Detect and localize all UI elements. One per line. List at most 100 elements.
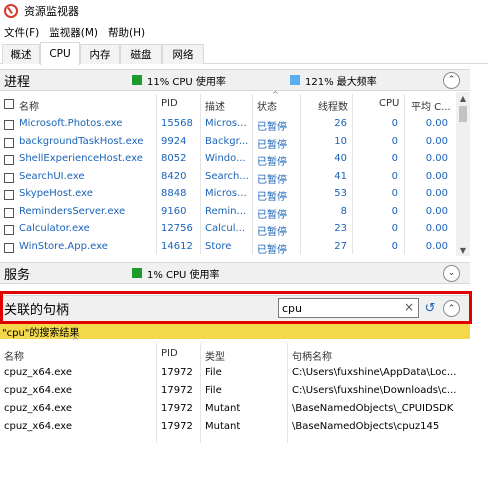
process-cpu: 0 [391, 170, 398, 182]
process-row-checkbox[interactable] [4, 207, 14, 218]
menu-file[interactable]: 文件(F) [4, 25, 39, 40]
services-section-header[interactable]: 服务 1% CPU 使用率 ⌄ [0, 262, 470, 284]
process-name[interactable]: SearchUI.exe [19, 171, 155, 182]
refresh-search-icon[interactable]: ↺ [421, 298, 439, 318]
process-row-checkbox[interactable] [4, 172, 14, 183]
select-all-checkbox[interactable] [4, 99, 14, 109]
handle-name[interactable]: \BaseNamedObjects\cpuz145 [292, 421, 456, 432]
handle-pid[interactable]: 17972 [161, 421, 199, 432]
handles-section-title: 关联的句柄 [4, 303, 70, 318]
handle-type[interactable]: Mutant [205, 403, 285, 414]
process-cpu: 0 [391, 223, 398, 234]
clear-search-icon[interactable]: × [404, 300, 414, 314]
scroll-thumb[interactable] [459, 106, 467, 122]
process-name[interactable]: Calculator.exe [19, 223, 155, 234]
handle-search-input[interactable] [279, 299, 397, 317]
process-row-checkbox[interactable] [4, 225, 14, 235]
handle-name[interactable]: \BaseNamedObjects\_CPUIDSDK [292, 403, 456, 414]
process-freq-legend: 121% 最大频率 [290, 73, 377, 88]
process-desc: Search... [205, 170, 249, 182]
process-threads: 27 [334, 240, 347, 252]
process-desc: Store [205, 240, 232, 252]
handle-pid[interactable]: 17972 [161, 367, 199, 378]
column-header-cpu[interactable]: CPU [379, 98, 399, 109]
handle-process-name[interactable]: cpuz_x64.exe [4, 385, 154, 396]
process-section-header[interactable]: 进程 11% CPU 使用率 121% 最大频率 ⌃ [0, 69, 470, 91]
tab-cpu[interactable]: CPU [40, 42, 80, 65]
handle-process-name[interactable]: cpuz_x64.exe [4, 403, 154, 414]
column-header-threads[interactable]: 线程数 [318, 98, 348, 113]
scroll-up-icon[interactable]: ▲ [456, 92, 470, 104]
process-cpu-legend: 11% CPU 使用率 [132, 73, 226, 88]
column-header-desc[interactable]: 描述 [205, 98, 225, 113]
process-max-freq: 121% 最大频率 [305, 76, 377, 88]
tab-disk[interactable]: 磁盘 [120, 44, 162, 64]
process-cpu: 0 [391, 205, 398, 217]
window-title: 资源监视器 [24, 5, 79, 18]
process-cpu: 0 [391, 153, 398, 164]
column-divider [287, 343, 288, 443]
column-header-name[interactable]: 名称 [19, 98, 39, 113]
green-square-icon [132, 75, 142, 85]
process-cpu: 0 [391, 240, 398, 252]
process-pid: 14612 [161, 240, 193, 252]
tab-network[interactable]: 网络 [162, 44, 204, 64]
column-header-pid[interactable]: PID [161, 98, 178, 109]
handle-pid[interactable]: 17972 [161, 385, 199, 396]
process-section-title: 进程 [4, 74, 31, 90]
column-header-avg-cpu[interactable]: 平均 C... [411, 98, 451, 113]
handle-type[interactable]: Mutant [205, 421, 285, 432]
column-header-handle-name[interactable]: 句柄名称 [292, 348, 332, 363]
collapse-up-icon[interactable]: ⌃ [443, 71, 460, 89]
process-status: 已暂停 [257, 139, 287, 151]
process-avg-cpu: 0.00 [425, 205, 448, 217]
process-status: 已暂停 [257, 227, 287, 238]
scroll-down-icon[interactable]: ▼ [456, 244, 470, 256]
process-desc: Backgr... [205, 135, 249, 147]
process-name[interactable]: backgroundTaskHost.exe [19, 136, 155, 147]
handle-name[interactable]: C:\Users\fuxshine\Downloads\c... [292, 385, 456, 396]
handle-type[interactable]: File [205, 385, 285, 396]
process-name[interactable]: ShellExperienceHost.exe [19, 153, 155, 164]
handle-process-name[interactable]: cpuz_x64.exe [4, 421, 154, 432]
column-header-type[interactable]: 类型 [205, 348, 225, 363]
process-row-checkbox[interactable] [4, 155, 14, 165]
process-pid: 15568 [161, 118, 193, 129]
process-name[interactable]: Microsoft.Photos.exe [19, 118, 155, 129]
process-cpu: 0 [391, 188, 398, 199]
column-header-pid[interactable]: PID [161, 348, 178, 359]
menu-monitor[interactable]: 监视器(M) [49, 25, 98, 40]
process-cpu: 0 [391, 118, 398, 129]
process-row-checkbox[interactable] [4, 137, 14, 148]
process-avg-cpu: 0.00 [425, 135, 448, 147]
process-row-checkbox[interactable] [4, 120, 14, 130]
handle-search-box[interactable]: × [278, 298, 419, 318]
process-desc: Micros... [205, 188, 247, 199]
process-pid: 8420 [161, 170, 187, 182]
process-scrollbar[interactable]: ▲ ▼ [456, 92, 470, 256]
column-header-name[interactable]: 名称 [4, 348, 24, 363]
expand-down-icon[interactable]: ⌄ [443, 264, 460, 282]
handles-table: ^ 名称 PID 类型 句柄名称 cpuz_x64.exe 17972 File C:… [0, 336, 456, 497]
handle-pid[interactable]: 17972 [161, 403, 199, 414]
process-pid: 12756 [161, 223, 193, 234]
tab-memory[interactable]: 内存 [80, 44, 120, 64]
process-avg-cpu: 0.00 [425, 153, 448, 164]
column-divider [252, 94, 253, 254]
handle-type[interactable]: File [205, 367, 285, 378]
column-header-status[interactable]: 状态 [257, 98, 277, 113]
menu-help[interactable]: 帮助(H) [108, 25, 145, 40]
blue-square-icon [290, 75, 300, 85]
process-name[interactable]: WinStore.App.exe [19, 241, 155, 252]
handle-name[interactable]: C:\Users\fuxshine\AppData\Loc... [292, 367, 456, 378]
process-avg-cpu: 0.00 [425, 223, 448, 234]
handle-process-name[interactable]: cpuz_x64.exe [4, 367, 154, 378]
process-name[interactable]: SkypeHost.exe [19, 188, 155, 199]
collapse-up-icon[interactable]: ⌃ [443, 300, 460, 317]
process-cpu: 0 [391, 135, 398, 147]
process-threads: 26 [334, 118, 347, 129]
process-row-checkbox[interactable] [4, 242, 14, 253]
process-name[interactable]: RemindersServer.exe [19, 206, 155, 217]
tab-overview[interactable]: 概述 [2, 44, 40, 64]
process-row-checkbox[interactable] [4, 190, 14, 200]
